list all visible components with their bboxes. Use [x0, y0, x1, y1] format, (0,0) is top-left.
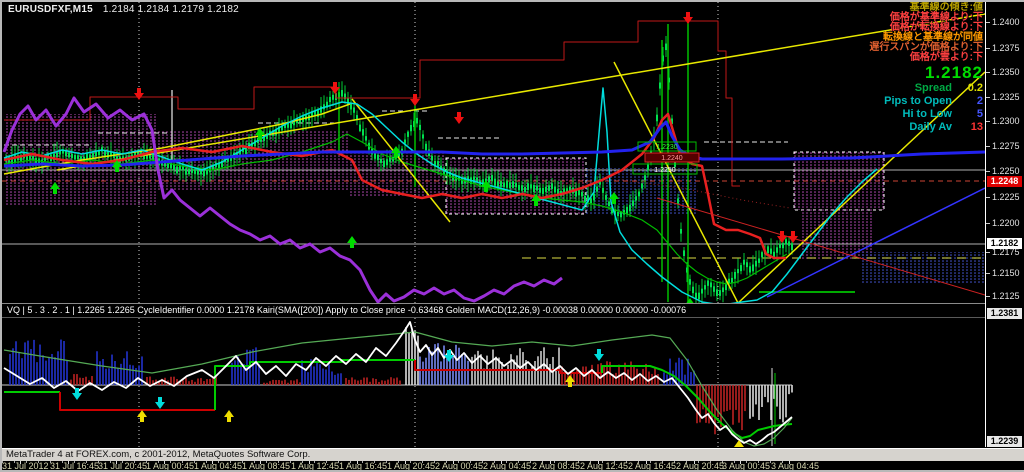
quote-row-value: 0.2 — [959, 82, 983, 95]
quote-row-label: Pips to Open — [884, 95, 952, 108]
price-tick-label: 1.2300 — [992, 117, 1020, 126]
level-label-box: 1.2240 — [645, 153, 699, 162]
current-price: 1.2182 — [884, 64, 983, 82]
indicator-value-box: 1.2381 — [987, 308, 1022, 319]
price-axis[interactable]: 1.2400 1.2375 1.2350 1.2325 1.2300 1.2275 1.22… — [985, 0, 1024, 472]
ichimoku-cloud-patch — [860, 252, 985, 284]
price-tick-label: 1.2325 — [992, 93, 1020, 102]
quote-panel: 1.2182 Spread 0.2 Pips to Open 2 Hi to Low 5D… — [884, 64, 983, 134]
ask-price-box: 1.2248 — [987, 176, 1022, 187]
price-tick — [986, 72, 990, 73]
status-bar-text: MetaTrader 4 at FOREX.com, c 2001-2012, … — [6, 449, 310, 460]
vq-red-1 — [60, 392, 215, 410]
price-tick-label: 1.2375 — [992, 44, 1020, 53]
ohlc-values: 1.2184 1.2184 1.2179 1.2182 — [103, 4, 239, 15]
svg-text:1.2230: 1.2230 — [656, 144, 678, 151]
indicator-subwindow-canvas[interactable] — [2, 318, 985, 447]
ichimoku-alert-line: 価格が雲より:下 — [869, 53, 983, 63]
price-tick — [986, 48, 990, 49]
quote-rows: Spread0.2Pips to Open2Hi to Low5Daily Av… — [884, 82, 983, 134]
quote-row-value: 5 — [959, 108, 983, 121]
subwindow-separator[interactable]: VQ | 5 . 3 . 2 . 1 | 1.2265 1.2265 Cycle… — [2, 303, 985, 318]
svg-text:1.2250: 1.2250 — [654, 167, 676, 174]
entry-signal-arrow-icon — [224, 410, 234, 422]
price-tick-label: 1.2225 — [992, 193, 1020, 202]
symbol-header: EURUSDFXF,M15 1.2184 1.2184 1.2179 1.2182 — [8, 4, 239, 15]
price-tick — [986, 252, 990, 253]
price-tick — [986, 197, 990, 198]
exit-signal-arrow-icon — [155, 397, 165, 409]
quote-row-value: 13 — [959, 121, 983, 134]
signal-green — [4, 332, 792, 446]
price-tick-label: 1.2350 — [992, 68, 1020, 77]
window-frame-top — [0, 0, 1024, 2]
price-tick-label: 1.2275 — [992, 142, 1020, 151]
exit-signal-arrow-icon — [594, 349, 604, 361]
bid-price-box: 1.2182 — [987, 238, 1022, 249]
buy-signal-arrow-icon — [347, 236, 357, 248]
price-tick-label: 1.2125 — [992, 292, 1020, 301]
price-tick-label: 1.2400 — [992, 18, 1020, 27]
svg-text:1.2240: 1.2240 — [661, 155, 683, 162]
axis-separator-line — [985, 2, 986, 447]
sell-signal-arrow-icon — [454, 112, 464, 124]
quote-row-label: Daily Av — [909, 121, 952, 134]
sell-signal-arrow-icon — [410, 94, 420, 106]
price-tick-label: 1.2175 — [992, 248, 1020, 257]
quote-row: Hi to Low 5 — [884, 108, 983, 121]
price-tick — [986, 296, 990, 297]
quote-row-label: Hi to Low — [903, 108, 953, 121]
quote-row: Daily Av 13 — [884, 121, 983, 134]
symbol-name: EURUSDFXF,M15 — [8, 4, 93, 15]
indicator-value-box: 1.2239 — [987, 436, 1022, 447]
price-tick — [986, 273, 990, 274]
ichimoku-alerts-panel: 基準線の傾き:値価格が基準線より:下価格が転換線より:下転換線と基準線が同値遅行… — [869, 3, 983, 63]
sell-signal-arrow-icon — [683, 12, 693, 24]
entry-signal-arrow-icon — [137, 410, 147, 422]
sell-signal-arrow-icon — [134, 88, 144, 100]
mt4-window: EURUSDFXF,M15 1.2184 1.2184 1.2179 1.2182… — [0, 0, 1024, 472]
price-tick — [986, 171, 990, 172]
price-tick-label: 1.2150 — [992, 269, 1020, 278]
price-tick-label: 1.2250 — [992, 167, 1020, 176]
status-bar: MetaTrader 4 at FOREX.com, c 2001-2012, … — [0, 448, 1024, 461]
quote-row: Pips to Open 2 — [884, 95, 983, 108]
indicator-values-text: VQ | 5 . 3 . 2 . 1 | 1.2265 1.2265 Cycle… — [7, 305, 686, 315]
trendline-yellow-long — [57, 14, 985, 170]
price-tick — [986, 97, 990, 98]
price-tick — [986, 146, 990, 147]
price-tick-label: 1.2200 — [992, 219, 1020, 228]
main-chart-canvas[interactable]: 1.2230 1.2240 1.2250 — [2, 2, 985, 303]
quote-row-value: 2 — [959, 95, 983, 108]
price-tick — [986, 121, 990, 122]
price-tick — [986, 223, 990, 224]
quote-row: Spread 0.2 — [884, 82, 983, 95]
price-tick — [986, 22, 990, 23]
quote-row-label: Spread — [915, 82, 952, 95]
window-frame-left — [0, 0, 2, 472]
